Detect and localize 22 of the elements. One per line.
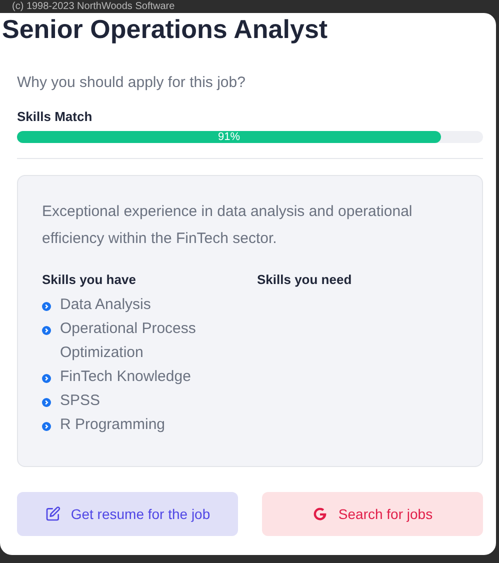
get-resume-button[interactable]: Get resume for the job bbox=[17, 492, 238, 536]
copyright-text: (c) 1998-2023 NorthWoods Software bbox=[12, 0, 176, 13]
google-g-icon bbox=[312, 506, 328, 522]
progress-reading: 91% bbox=[218, 131, 240, 143]
skills-match-label: Skills Match bbox=[17, 109, 94, 125]
skill-text: R Programming bbox=[60, 415, 166, 435]
edit-icon bbox=[44, 506, 61, 522]
skill-text: FinTech Knowledge bbox=[60, 367, 191, 387]
chevron-bullet-icon bbox=[42, 398, 51, 407]
chevron-bullet-icon bbox=[42, 374, 51, 383]
chevron-bullet-icon bbox=[42, 326, 51, 335]
skills-have-heading: Skills you have bbox=[42, 272, 137, 288]
skill-text: Data Analysis bbox=[60, 295, 151, 315]
chevron-bullet-icon bbox=[42, 302, 51, 311]
subtitle: Why you should apply for this job? bbox=[17, 73, 246, 93]
skills-need-heading: Skills you need bbox=[257, 272, 353, 288]
job-title: Senior Operations Analyst bbox=[1, 13, 329, 45]
chevron-bullet-icon bbox=[42, 422, 51, 431]
skill-text: Operational Process Optimization bbox=[60, 319, 197, 363]
search-jobs-button[interactable]: Search for jobs bbox=[262, 492, 483, 536]
summary-text: Exceptional experience in data analysis and operational efficiency within the FinTech sector. bbox=[42, 202, 414, 249]
skill-text: SPSS bbox=[60, 391, 100, 411]
